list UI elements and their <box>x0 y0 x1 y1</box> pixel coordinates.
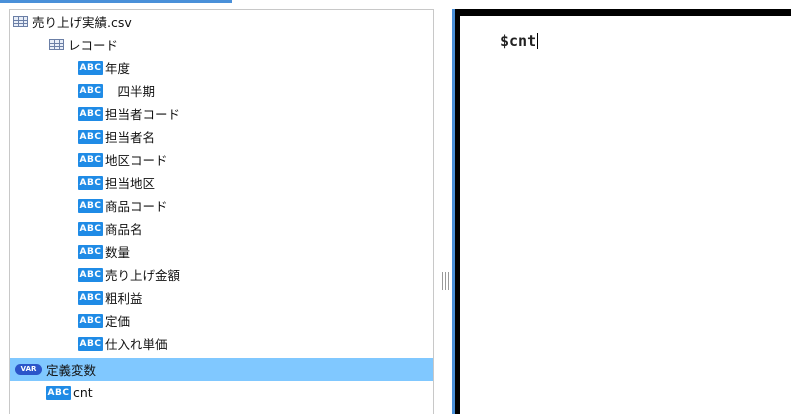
variable-icon: VAR <box>15 364 42 375</box>
tree-field-label: cnt <box>73 385 93 400</box>
tree-field-label: 数量 <box>105 245 131 260</box>
tree-field-item[interactable]: ABC 担当者コード <box>10 102 433 125</box>
tree-field-label: 仕入れ単価 <box>105 337 168 352</box>
editor-content[interactable]: $cnt <box>500 32 539 50</box>
abc-type-icon: ABC <box>78 313 103 328</box>
abc-type-icon: ABC <box>78 198 103 213</box>
abc-type-icon: ABC <box>46 385 71 400</box>
tree-field-item[interactable]: ABC 粗利益 <box>10 286 433 309</box>
tree-field-item[interactable]: ABC 四半期 <box>10 79 433 102</box>
tree-field-label: 年度 <box>105 61 131 76</box>
tree-field-item[interactable]: ABC 地区コード <box>10 148 433 171</box>
panel-splitter[interactable] <box>434 9 452 414</box>
tree-field-item[interactable]: ABC 商品名 <box>10 217 433 240</box>
abc-type-icon: ABC <box>78 336 103 351</box>
tree-node-label: 定義変数 <box>46 363 97 378</box>
tree-node-variables[interactable]: VAR 定義変数 <box>10 358 433 381</box>
abc-type-icon: ABC <box>78 152 103 167</box>
tree-node-label: 売り上げ実績.csv <box>32 15 132 30</box>
tree-field-item[interactable]: ABC 仕入れ単価 <box>10 332 433 355</box>
active-tab-indicator <box>0 0 232 3</box>
text-caret <box>537 33 539 49</box>
table-icon <box>13 16 28 27</box>
tree-field-label: 地区コード <box>105 153 168 168</box>
tree-field-item[interactable]: ABC 年度 <box>10 56 433 79</box>
table-icon <box>49 39 64 50</box>
tree-field-item[interactable]: ABC 定価 <box>10 309 433 332</box>
abc-type-icon: ABC <box>78 106 103 121</box>
editor-text: $cnt <box>500 32 537 50</box>
tree-field-label: 四半期 <box>105 84 156 99</box>
tree-field-item[interactable]: ABC 担当者名 <box>10 125 433 148</box>
tree-field-item[interactable]: ABC 担当地区 <box>10 171 433 194</box>
splitter-grip-icon[interactable] <box>442 272 450 290</box>
tree-field-label: 商品コード <box>105 199 168 214</box>
tree-field-item[interactable]: ABC 売り上げ金額 <box>10 263 433 286</box>
abc-type-icon: ABC <box>78 244 103 259</box>
tree-variable-item[interactable]: ABC cnt <box>10 381 433 404</box>
tree-node-record[interactable]: レコード <box>10 33 433 56</box>
tree-field-item[interactable]: ABC 商品コード <box>10 194 433 217</box>
abc-type-icon: ABC <box>78 60 103 75</box>
abc-type-icon: ABC <box>78 83 103 98</box>
tree-field-label: 商品名 <box>105 222 143 237</box>
tree-field-label: 担当地区 <box>105 176 156 191</box>
tree-field-label: 定価 <box>105 314 131 329</box>
field-tree[interactable]: 売り上げ実績.csv レコード ABC 年度 ABC 四半期 ABC 担当者コー… <box>9 9 434 414</box>
tree-field-label: 担当者名 <box>105 130 156 145</box>
abc-type-icon: ABC <box>78 267 103 282</box>
tree-field-label: 担当者コード <box>105 107 181 122</box>
abc-type-icon: ABC <box>78 129 103 144</box>
tree-field-item[interactable]: ABC 数量 <box>10 240 433 263</box>
expression-editor[interactable]: $cnt <box>460 16 791 414</box>
tree-field-label: 粗利益 <box>105 291 143 306</box>
tree-node-file[interactable]: 売り上げ実績.csv <box>10 10 433 33</box>
editor-focus-accent <box>452 9 455 414</box>
abc-type-icon: ABC <box>78 221 103 236</box>
tree-field-label: 売り上げ金額 <box>105 268 181 283</box>
abc-type-icon: ABC <box>78 175 103 190</box>
tree-node-label: レコード <box>68 38 119 53</box>
abc-type-icon: ABC <box>78 290 103 305</box>
